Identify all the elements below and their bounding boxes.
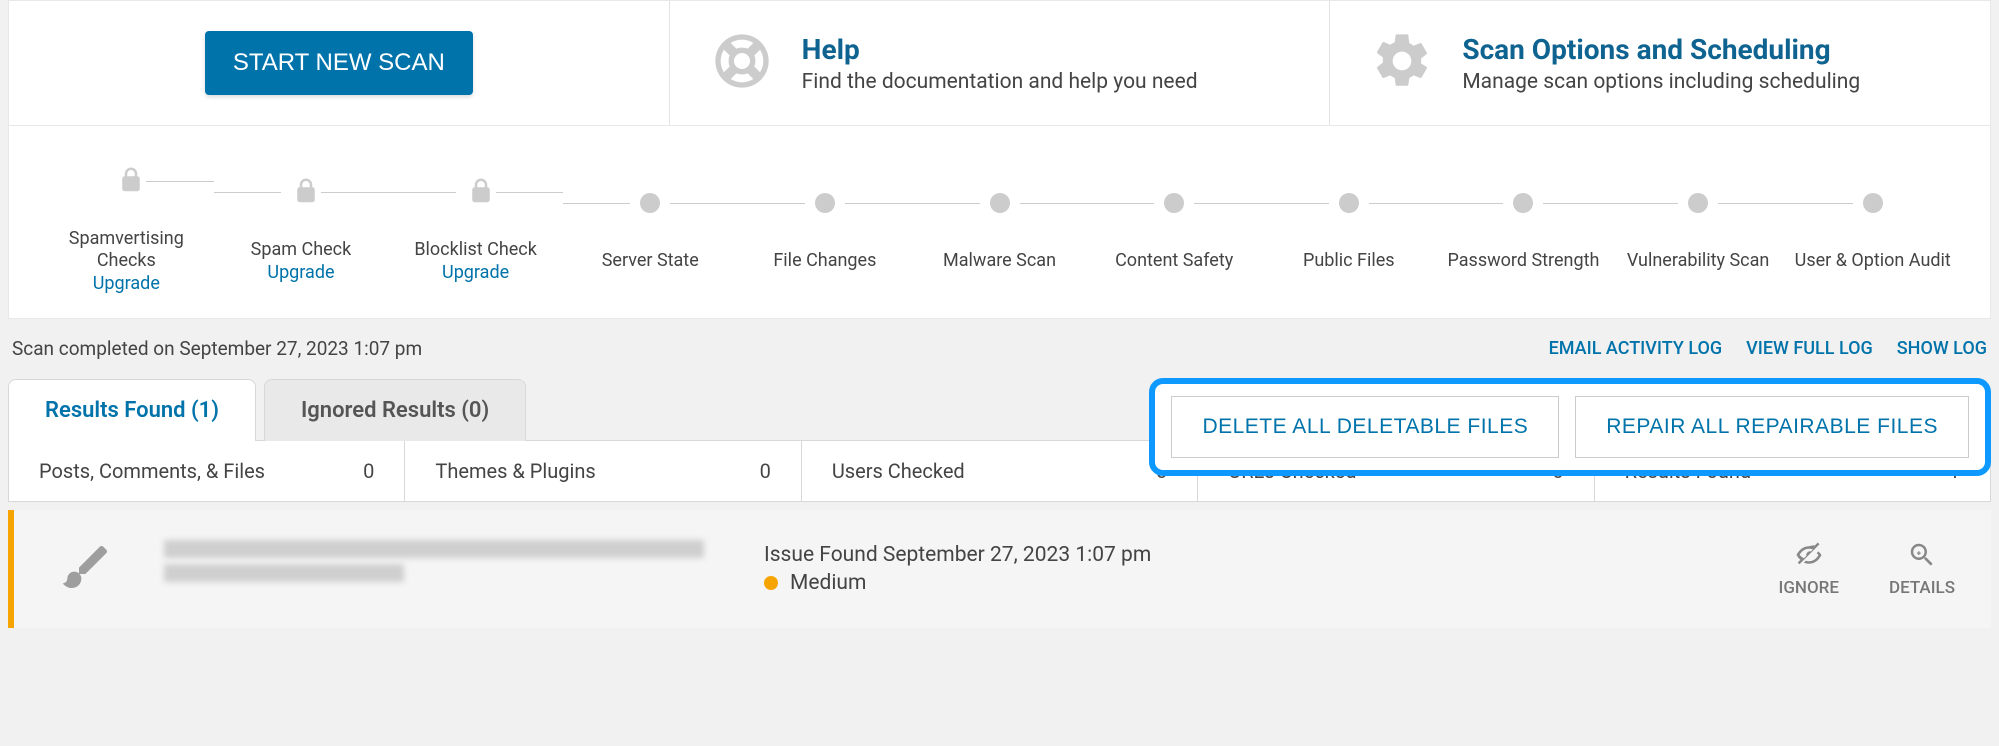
scan-options-section[interactable]: Scan Options and Scheduling Manage scan … bbox=[1330, 1, 1990, 125]
scan-completed-text: Scan completed on September 27, 2023 1:0… bbox=[12, 337, 422, 360]
step-dot-icon bbox=[815, 193, 835, 213]
progress-step: Blocklist CheckUpgrade bbox=[388, 167, 563, 284]
zoom-in-icon bbox=[1904, 540, 1940, 570]
tab-ignored-results[interactable]: Ignored Results (0) bbox=[264, 379, 526, 441]
progress-step: User & Option Audit bbox=[1785, 178, 1960, 272]
help-section[interactable]: Help Find the documentation and help you… bbox=[670, 1, 1331, 125]
severity-dot-icon bbox=[764, 576, 778, 590]
ignore-button[interactable]: IGNORE bbox=[1779, 540, 1839, 598]
details-button[interactable]: DETAILS bbox=[1889, 540, 1955, 598]
brush-icon bbox=[58, 539, 114, 599]
top-panel: START NEW SCAN Help Find the documentati… bbox=[8, 0, 1991, 126]
issue-found-timestamp: Issue Found September 27, 2023 1:07 pm bbox=[764, 543, 1779, 567]
stat-value: 0 bbox=[760, 459, 771, 483]
issue-title-redacted bbox=[164, 534, 724, 604]
progress-step: Password Strength bbox=[1436, 178, 1611, 272]
lifebuoy-icon bbox=[710, 29, 774, 97]
progress-step: Vulnerability Scan bbox=[1611, 178, 1786, 272]
repair-all-repairable-button[interactable]: REPAIR ALL REPAIRABLE FILES bbox=[1575, 396, 1969, 458]
progress-step: Content Safety bbox=[1087, 178, 1262, 272]
show-log-link[interactable]: SHOW LOG bbox=[1897, 338, 1987, 359]
status-row: Scan completed on September 27, 2023 1:0… bbox=[8, 319, 1991, 368]
stat-label: Posts, Comments, & Files bbox=[39, 459, 265, 483]
stat-cell: Users Checked0 bbox=[802, 441, 1198, 501]
step-dot-icon bbox=[1513, 193, 1533, 213]
step-label: Spam Check bbox=[251, 239, 352, 261]
progress-step: File Changes bbox=[738, 178, 913, 272]
step-label: Content Safety bbox=[1115, 250, 1233, 272]
step-label: Blocklist Check bbox=[414, 239, 537, 261]
stat-cell: Posts, Comments, & Files 0 bbox=[9, 441, 405, 501]
step-label: Server State bbox=[602, 250, 699, 272]
tab-results-found[interactable]: Results Found (1) bbox=[8, 379, 256, 441]
gear-icon bbox=[1370, 29, 1434, 97]
step-label: File Changes bbox=[773, 250, 876, 272]
step-dot-icon bbox=[990, 193, 1010, 213]
upgrade-link[interactable]: Upgrade bbox=[267, 262, 334, 283]
bulk-actions-highlight: DELETE ALL DELETABLE FILES REPAIR ALL RE… bbox=[1149, 378, 1991, 476]
help-subtitle: Find the documentation and help you need bbox=[802, 70, 1198, 94]
stat-cell: Themes & Plugins 0 bbox=[405, 441, 801, 501]
progress-step: Public Files bbox=[1261, 178, 1436, 272]
step-label: Public Files bbox=[1303, 250, 1395, 272]
help-title: Help bbox=[802, 33, 1198, 66]
upgrade-link[interactable]: Upgrade bbox=[93, 273, 160, 294]
options-title: Scan Options and Scheduling bbox=[1462, 33, 1860, 66]
stat-label: Themes & Plugins bbox=[435, 459, 595, 483]
severity-label: Medium bbox=[790, 571, 866, 595]
progress-step: Spamvertising ChecksUpgrade bbox=[39, 156, 214, 294]
start-new-scan-button[interactable]: START NEW SCAN bbox=[205, 31, 473, 95]
step-dot-icon bbox=[1688, 193, 1708, 213]
lock-icon bbox=[460, 173, 492, 211]
details-label: DETAILS bbox=[1889, 578, 1955, 598]
ignore-label: IGNORE bbox=[1779, 578, 1839, 598]
step-label: User & Option Audit bbox=[1795, 250, 1951, 272]
step-dot-icon bbox=[1164, 193, 1184, 213]
start-scan-section: START NEW SCAN bbox=[9, 1, 670, 125]
stat-label: Users Checked bbox=[832, 459, 965, 483]
upgrade-link[interactable]: Upgrade bbox=[442, 262, 509, 283]
lock-icon bbox=[285, 173, 317, 211]
step-label: Malware Scan bbox=[943, 250, 1056, 272]
delete-all-deletable-button[interactable]: DELETE ALL DELETABLE FILES bbox=[1171, 396, 1559, 458]
progress-step: Server State bbox=[563, 178, 738, 272]
email-activity-log-link[interactable]: EMAIL ACTIVITY LOG bbox=[1549, 338, 1723, 359]
issue-row: Issue Found September 27, 2023 1:07 pm M… bbox=[8, 510, 1991, 628]
step-dot-icon bbox=[1339, 193, 1359, 213]
step-label: Spamvertising Checks bbox=[39, 228, 214, 271]
lock-icon bbox=[110, 162, 142, 200]
step-dot-icon bbox=[1863, 193, 1883, 213]
stat-value: 0 bbox=[363, 459, 374, 483]
step-label: Password Strength bbox=[1448, 250, 1600, 272]
progress-steps-panel: Spamvertising ChecksUpgradeSpam CheckUpg… bbox=[8, 126, 1991, 319]
progress-step: Spam CheckUpgrade bbox=[214, 167, 389, 284]
step-label: Vulnerability Scan bbox=[1627, 250, 1770, 272]
step-dot-icon bbox=[640, 193, 660, 213]
progress-step: Malware Scan bbox=[912, 178, 1087, 272]
eye-off-icon bbox=[1791, 540, 1827, 570]
options-subtitle: Manage scan options including scheduling bbox=[1462, 70, 1860, 94]
view-full-log-link[interactable]: VIEW FULL LOG bbox=[1746, 338, 1873, 359]
